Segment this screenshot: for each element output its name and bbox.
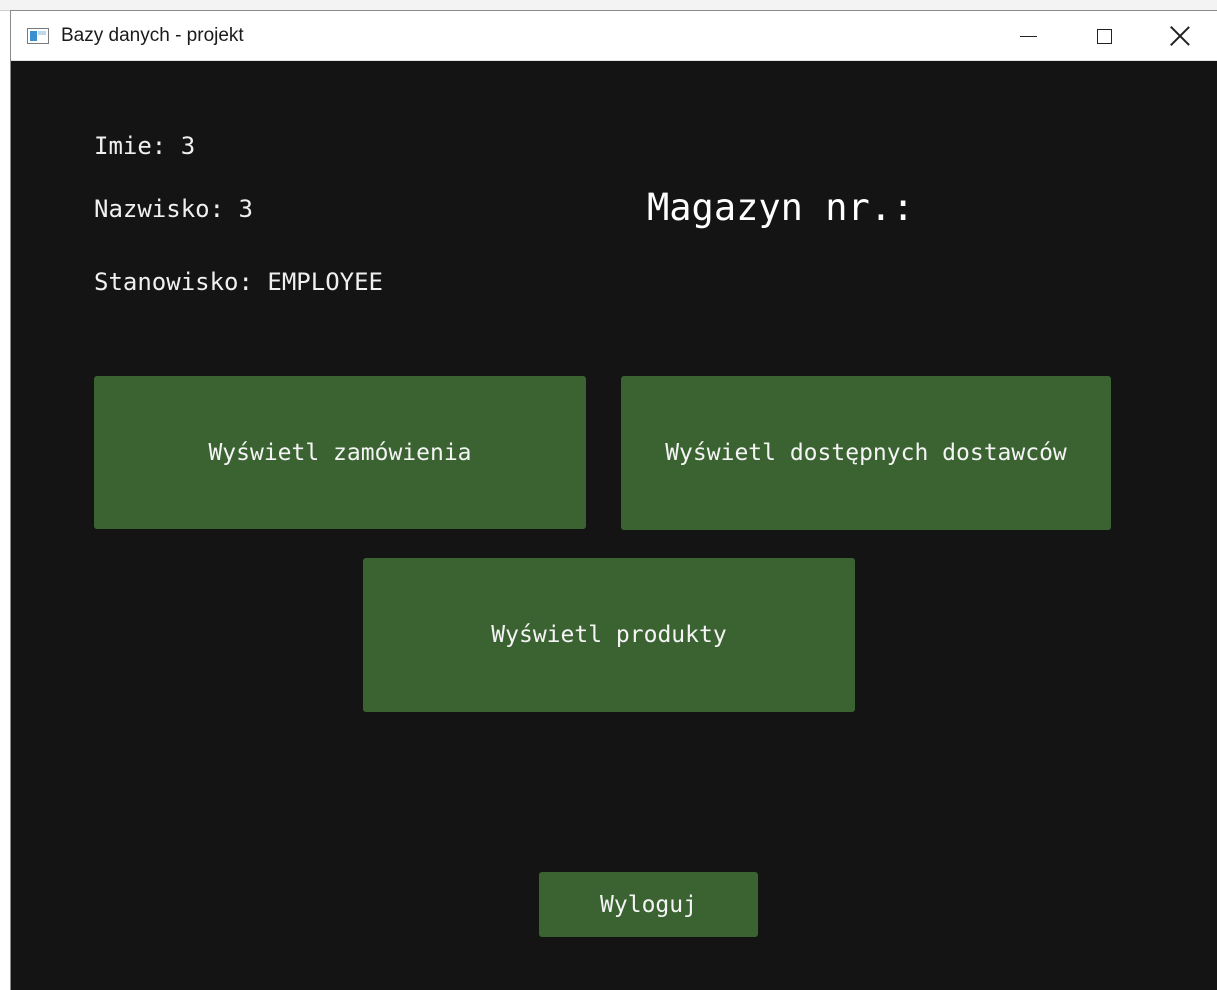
close-icon — [1170, 26, 1190, 46]
warehouse-number-heading: Magazyn nr.: — [647, 186, 915, 229]
title-bar[interactable]: Bazy danych - projekt — [11, 11, 1217, 61]
show-products-button[interactable]: Wyświetl produkty — [363, 558, 855, 712]
window-title: Bazy danych - projekt — [61, 25, 244, 46]
maximize-icon — [1096, 28, 1112, 44]
show-orders-button[interactable]: Wyświetl zamówienia — [94, 376, 586, 529]
app-window-icon — [27, 28, 49, 44]
maximize-button[interactable] — [1066, 11, 1142, 61]
minimize-button[interactable] — [990, 11, 1066, 61]
close-button[interactable] — [1142, 11, 1217, 61]
app-window: Bazy danych - projekt Imie: 3 Nazwisko: … — [10, 10, 1217, 990]
user-first-name: Imie: 3 — [94, 132, 196, 160]
user-position: Stanowisko: EMPLOYEE — [94, 268, 383, 296]
main-panel: Imie: 3 Nazwisko: 3 Stanowisko: EMPLOYEE… — [11, 61, 1217, 990]
minimize-icon — [1019, 35, 1037, 37]
user-last-name: Nazwisko: 3 — [94, 195, 253, 223]
show-suppliers-button[interactable]: Wyświetl dostępnych dostawców — [621, 376, 1111, 530]
logout-button[interactable]: Wyloguj — [539, 872, 758, 937]
